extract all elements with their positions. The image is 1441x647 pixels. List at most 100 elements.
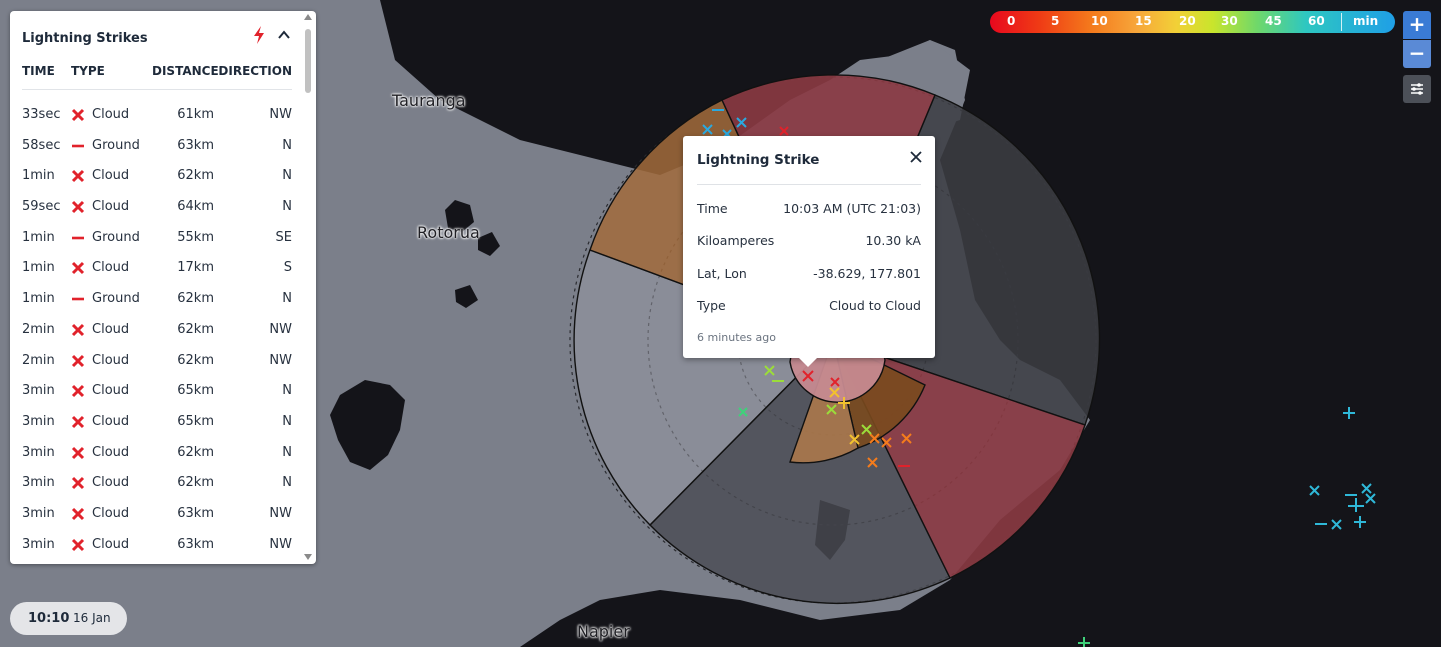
strike-time: 1min bbox=[22, 291, 55, 307]
table-row[interactable]: 3min Cloud 62km N bbox=[22, 439, 292, 470]
x-mark-icon bbox=[71, 323, 85, 337]
table-row[interactable]: 1min Ground 55km SE bbox=[22, 224, 292, 255]
x-mark-icon bbox=[71, 261, 85, 275]
legend-label: 30 bbox=[1221, 14, 1238, 28]
popup-divider bbox=[697, 184, 921, 185]
chevron-up-icon[interactable] bbox=[276, 27, 292, 43]
strike-type: Ground bbox=[92, 229, 140, 245]
strike-table-header: TIME TYPE DISTANCE DIRECTION bbox=[22, 64, 292, 90]
panel-header: Lightning Strikes bbox=[22, 26, 292, 47]
zoom-out-button[interactable]: − bbox=[1403, 40, 1431, 68]
table-row[interactable]: 3min Cloud 62km N bbox=[22, 469, 292, 500]
table-row[interactable]: 33sec Cloud 61km NW bbox=[22, 101, 292, 132]
city-label-tauranga: Tauranga bbox=[392, 91, 466, 110]
strike-direction: N bbox=[282, 168, 292, 184]
current-time-button[interactable]: 10:10 16 Jan bbox=[10, 602, 127, 635]
x-mark-icon bbox=[71, 538, 85, 552]
lightning-bolt-icon bbox=[254, 26, 264, 44]
strike-distance: 55km bbox=[177, 229, 214, 245]
time-legend: 0 5 10 15 20 30 45 60 min bbox=[990, 11, 1395, 33]
strike-type: Cloud bbox=[92, 168, 130, 184]
minus-icon bbox=[71, 231, 85, 245]
x-mark-icon bbox=[71, 446, 85, 460]
popup-field-label: Lat, Lon bbox=[697, 266, 747, 281]
legend-label: 15 bbox=[1135, 14, 1152, 28]
table-row[interactable]: 59sec Cloud 64km N bbox=[22, 193, 292, 224]
legend-label: 20 bbox=[1179, 14, 1196, 28]
strike-type: Cloud bbox=[92, 321, 130, 337]
lightning-strikes-panel: Lightning Strikes TIME TYPE DISTANCE DIR… bbox=[10, 11, 316, 564]
popup-field-label: Time bbox=[697, 201, 728, 216]
zoom-in-button[interactable]: + bbox=[1403, 11, 1431, 39]
column-header-distance[interactable]: DISTANCE bbox=[152, 64, 219, 78]
strike-time: 3min bbox=[22, 475, 55, 491]
legend-unit: min bbox=[1353, 14, 1379, 28]
table-row[interactable]: 1min Ground 62km N bbox=[22, 285, 292, 316]
x-mark-icon bbox=[71, 169, 85, 183]
popup-field-label: Kiloamperes bbox=[697, 233, 775, 248]
table-row[interactable]: 58sec Ground 63km N bbox=[22, 132, 292, 163]
strike-distance: 62km bbox=[177, 444, 214, 460]
strike-type: Cloud bbox=[92, 107, 130, 122]
popup-field-value: Cloud to Cloud bbox=[829, 298, 921, 313]
strike-distance: 62km bbox=[177, 352, 214, 368]
close-icon[interactable] bbox=[909, 150, 923, 164]
current-time: 10:10 bbox=[28, 611, 70, 626]
strike-type: Ground bbox=[92, 137, 140, 153]
column-header-direction[interactable]: DIRECTION bbox=[218, 64, 292, 78]
table-row[interactable]: 3min Cloud 65km N bbox=[22, 377, 292, 408]
table-row[interactable]: 3min Cloud 63km NW bbox=[22, 531, 292, 562]
scroll-up-arrow-icon[interactable] bbox=[304, 14, 312, 20]
strike-info-popup: Lightning Strike Time 10:03 AM (UTC 21:0… bbox=[683, 136, 935, 367]
legend-label: 5 bbox=[1051, 14, 1060, 28]
strike-direction: N bbox=[282, 413, 292, 429]
strike-direction: NW bbox=[269, 352, 292, 368]
x-mark-icon bbox=[71, 384, 85, 398]
strike-distance: 17km bbox=[177, 260, 214, 276]
strike-type: Cloud bbox=[92, 352, 130, 368]
map-settings-button[interactable] bbox=[1403, 75, 1431, 103]
popup-field-value: -38.629, 177.801 bbox=[813, 266, 921, 281]
strike-time: 2min bbox=[22, 352, 55, 368]
strike-time: 1min bbox=[22, 168, 55, 184]
table-row[interactable]: 3min Cloud 65km N bbox=[22, 408, 292, 439]
strike-distance: 65km bbox=[177, 383, 214, 399]
x-mark-icon bbox=[71, 415, 85, 429]
table-row[interactable]: 3min Cloud 63km NW bbox=[22, 500, 292, 531]
strike-distance: 62km bbox=[177, 168, 214, 184]
strike-direction: N bbox=[282, 475, 292, 491]
column-header-time[interactable]: TIME bbox=[22, 64, 55, 78]
strike-direction: N bbox=[282, 444, 292, 460]
popup-relative-time: 6 minutes ago bbox=[697, 331, 776, 344]
strike-time: 3min bbox=[22, 444, 55, 460]
x-mark-icon bbox=[71, 354, 85, 368]
strike-time: 3min bbox=[22, 536, 55, 552]
popup-field-value: 10:03 AM (UTC 21:03) bbox=[783, 201, 921, 216]
x-mark-icon bbox=[71, 507, 85, 521]
table-row[interactable]: 1min Cloud 17km S bbox=[22, 254, 292, 285]
table-row[interactable]: 1min Cloud 62km N bbox=[22, 162, 292, 193]
strike-type: Ground bbox=[92, 291, 140, 307]
panel-scrollbar[interactable] bbox=[302, 11, 314, 564]
table-row[interactable]: 2min Cloud 62km NW bbox=[22, 316, 292, 347]
strike-time: 33sec bbox=[22, 107, 61, 122]
legend-label: 0 bbox=[1007, 14, 1016, 28]
strike-distance: 62km bbox=[177, 291, 214, 307]
strike-distance: 64km bbox=[177, 199, 214, 215]
strike-direction: NW bbox=[269, 505, 292, 521]
panel-title: Lightning Strikes bbox=[22, 31, 148, 46]
sliders-icon bbox=[1411, 83, 1423, 95]
x-mark-icon bbox=[71, 200, 85, 214]
strike-type: Cloud bbox=[92, 413, 130, 429]
strike-direction: NW bbox=[269, 107, 292, 122]
minus-icon bbox=[71, 292, 85, 306]
strike-time: 1min bbox=[22, 229, 55, 245]
table-row[interactable]: 2min Cloud 62km NW bbox=[22, 347, 292, 378]
scrollbar-thumb[interactable] bbox=[305, 29, 311, 93]
column-header-type[interactable]: TYPE bbox=[71, 64, 105, 78]
strike-distance: 63km bbox=[177, 505, 214, 521]
strike-distance: 61km bbox=[177, 107, 214, 122]
city-label-napier: Napier bbox=[577, 622, 630, 641]
scroll-down-arrow-icon[interactable] bbox=[304, 554, 312, 560]
strike-distance: 63km bbox=[177, 137, 214, 153]
